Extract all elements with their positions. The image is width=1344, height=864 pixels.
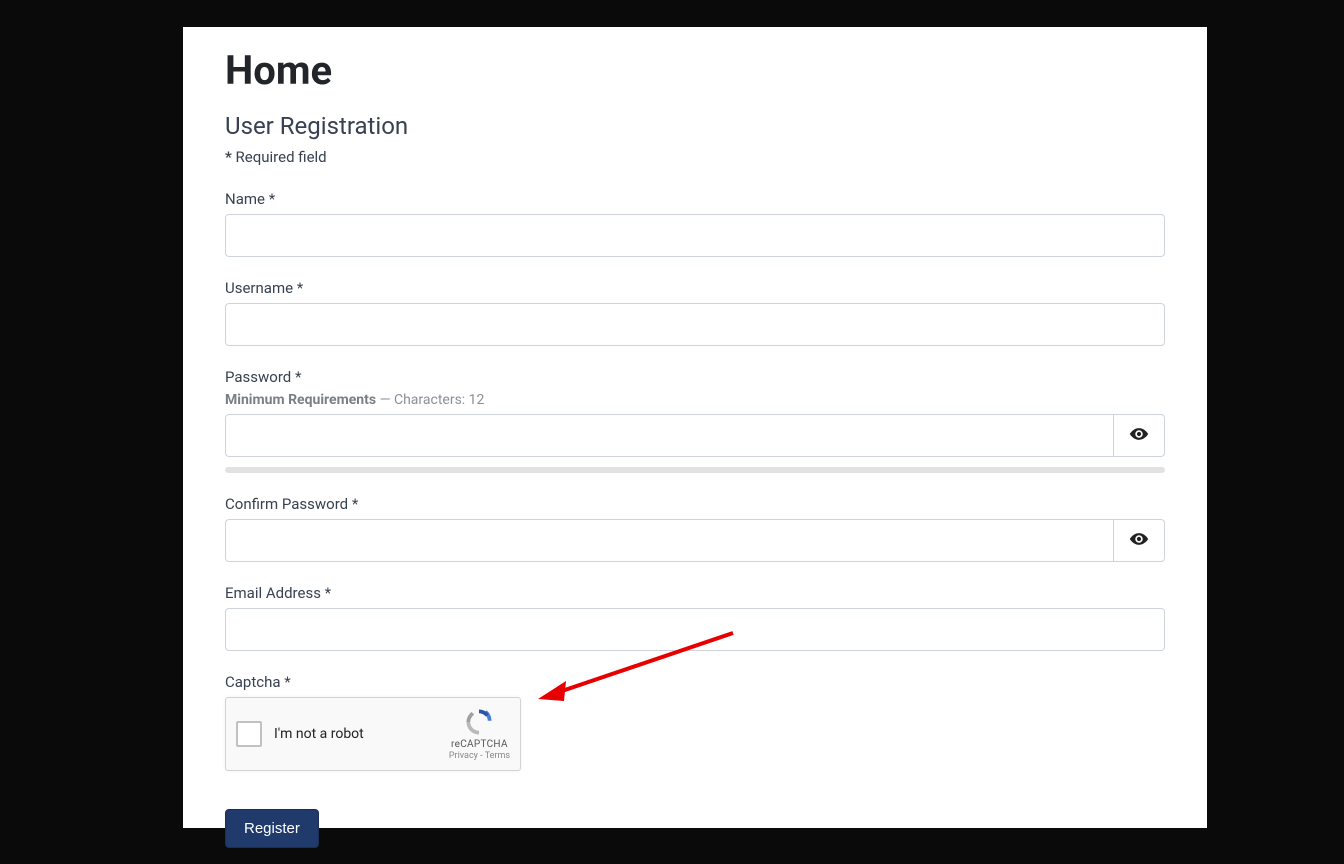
password-group — [225, 414, 1165, 457]
required-text: Required field — [232, 148, 327, 166]
toggle-confirm-visibility-button[interactable] — [1113, 519, 1165, 562]
password-hint: Minimum Requirements — Characters: 12 — [225, 392, 1165, 408]
name-input[interactable] — [225, 214, 1165, 257]
field-username: Username * — [225, 279, 1165, 346]
password-input[interactable] — [225, 414, 1113, 457]
password-strength-bar — [225, 467, 1165, 473]
confirm-password-group — [225, 519, 1165, 562]
recaptcha-brand-name: reCAPTCHA — [449, 739, 510, 751]
username-input[interactable] — [225, 303, 1165, 346]
register-button[interactable]: Register — [225, 809, 319, 848]
recaptcha-terms-link[interactable]: Terms — [485, 751, 510, 761]
field-email: Email Address * — [225, 584, 1165, 651]
field-password: Password * Minimum Requirements — Charac… — [225, 368, 1165, 473]
eye-icon — [1129, 424, 1149, 447]
recaptcha-sep: - — [478, 751, 485, 761]
toggle-password-visibility-button[interactable] — [1113, 414, 1165, 457]
recaptcha-brand: reCAPTCHA Privacy - Terms — [449, 707, 510, 762]
field-name: Name * — [225, 190, 1165, 257]
email-input[interactable] — [225, 608, 1165, 651]
recaptcha-logo-icon — [464, 707, 494, 737]
username-label: Username * — [225, 279, 1165, 297]
eye-icon — [1129, 529, 1149, 552]
email-label: Email Address * — [225, 584, 1165, 602]
field-captcha: Captcha * I'm not a robot reCAPTCHA Priv… — [225, 673, 1165, 771]
page-title: Home — [225, 47, 1165, 94]
recaptcha-links: Privacy - Terms — [449, 751, 510, 762]
page-subtitle: User Registration — [225, 112, 1165, 140]
required-star: * — [225, 148, 232, 166]
captcha-label: Captcha * — [225, 673, 1165, 691]
recaptcha-text: I'm not a robot — [274, 726, 449, 742]
name-label: Name * — [225, 190, 1165, 208]
recaptcha-checkbox[interactable] — [236, 721, 262, 747]
recaptcha-widget: I'm not a robot reCAPTCHA Privacy - Term… — [225, 697, 521, 771]
recaptcha-privacy-link[interactable]: Privacy — [449, 751, 478, 761]
password-hint-strong: Minimum Requirements — [225, 392, 376, 408]
required-note: * Required field — [225, 148, 1165, 166]
confirm-password-label: Confirm Password * — [225, 495, 1165, 513]
field-confirm-password: Confirm Password * — [225, 495, 1165, 562]
password-label: Password * — [225, 368, 1165, 386]
password-hint-rest: — Characters: 12 — [376, 392, 484, 408]
confirm-password-input[interactable] — [225, 519, 1113, 562]
registration-page: Home User Registration * Required field … — [183, 27, 1207, 828]
